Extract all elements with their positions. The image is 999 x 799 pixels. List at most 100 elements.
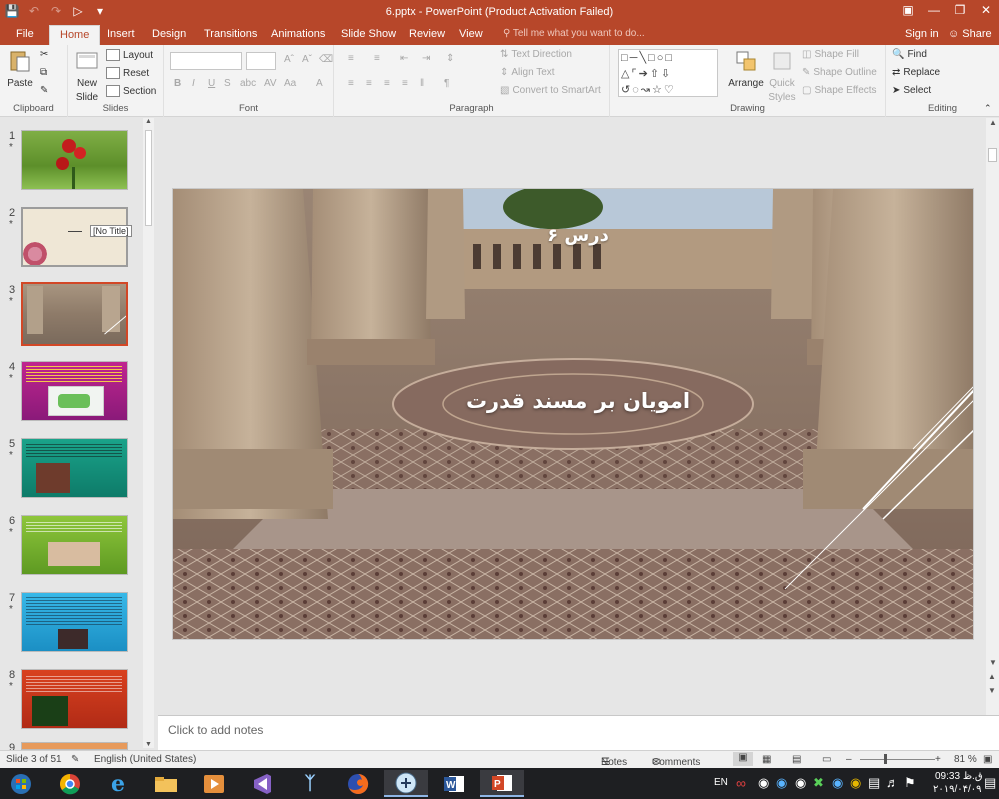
notes-placeholder[interactable]: Click to add notes <box>168 723 263 737</box>
tab-animations[interactable]: Animations <box>271 28 325 40</box>
slide-editing-area[interactable]: درس ۶ امویان بر مسند قدرت <box>158 118 984 715</box>
line-spacing-icon[interactable]: ⇕ <box>446 53 454 64</box>
shape-effects-button[interactable]: ▢ Shape Effects <box>802 85 877 96</box>
columns-icon[interactable]: ‖ <box>420 78 424 89</box>
media-player-icon[interactable] <box>192 770 236 797</box>
reading-view-icon[interactable]: ▤ <box>792 754 801 765</box>
sign-in-link[interactable]: Sign in <box>905 28 939 40</box>
notifications-icon[interactable]: ▤ <box>984 775 996 791</box>
format-painter-icon[interactable]: ✎ <box>40 85 48 96</box>
internet-explorer-icon[interactable]: e <box>96 770 140 797</box>
arrange-button[interactable]: Arrange <box>728 49 764 89</box>
tray-icon-4[interactable]: ◉ <box>795 775 806 791</box>
italic-icon[interactable]: I <box>192 78 195 89</box>
tray-icon-6[interactable]: ◉ <box>832 775 843 791</box>
network-icon[interactable]: ▤ <box>868 775 880 791</box>
increase-font-icon[interactable]: Aˆ <box>284 54 294 65</box>
rtl-icon[interactable]: ¶ <box>444 78 449 89</box>
bold-icon[interactable]: B <box>174 78 181 89</box>
flag-icon[interactable]: ⚑ <box>904 775 916 791</box>
slide-scrollbar[interactable]: ▲ ▼ ▲ ▼ <box>986 118 999 715</box>
font-name-box[interactable] <box>170 52 242 70</box>
character-spacing-icon[interactable]: AV <box>264 78 277 89</box>
chrome-icon[interactable] <box>48 770 92 797</box>
convert-smartart-button[interactable]: ▧ Convert to SmartArt <box>500 85 601 96</box>
skype-icon[interactable]: ◉ <box>776 775 787 791</box>
tray-icon-2[interactable]: ◉ <box>758 775 769 791</box>
fit-to-window-icon[interactable]: ▣ <box>983 754 992 765</box>
scroll-down-icon[interactable]: ▼ <box>989 658 997 667</box>
decrease-font-icon[interactable]: Aˇ <box>302 54 312 65</box>
restore-button[interactable]: ❐ <box>947 0 973 22</box>
tray-icon-7[interactable]: ◉ <box>850 775 861 791</box>
new-slide-button[interactable]: New Slide <box>72 49 102 103</box>
font-size-box[interactable] <box>246 52 276 70</box>
start-button[interactable] <box>0 770 42 797</box>
tab-view[interactable]: View <box>459 28 483 40</box>
bullets-icon[interactable]: ≡ <box>348 53 354 64</box>
tab-review[interactable]: Review <box>409 28 445 40</box>
center-icon[interactable]: ≡ <box>366 78 372 89</box>
close-button[interactable]: ✕ <box>973 0 999 22</box>
slide-show-icon[interactable]: ▭ <box>822 754 831 765</box>
previous-slide-icon[interactable]: ▲ <box>988 672 996 681</box>
next-slide-icon[interactable]: ▼ <box>988 686 996 695</box>
ribbon-display-options-icon[interactable]: ▣ <box>895 0 921 22</box>
font-color-icon[interactable]: A <box>316 78 323 89</box>
collapse-ribbon-icon[interactable]: ⌃ <box>984 103 992 114</box>
tab-file[interactable]: File <box>16 28 34 40</box>
zoom-level[interactable]: 81 % <box>954 754 977 765</box>
language-indicator[interactable]: English (United States) <box>94 754 196 765</box>
align-right-icon[interactable]: ≡ <box>384 78 390 89</box>
tab-insert[interactable]: Insert <box>107 28 135 40</box>
numbering-icon[interactable]: ≡ <box>374 53 380 64</box>
file-explorer-icon[interactable] <box>144 770 188 797</box>
volume-icon[interactable]: ♬ <box>886 775 899 790</box>
slide-subtitle[interactable]: درس ۶ <box>543 225 613 246</box>
tab-design[interactable]: Design <box>152 28 186 40</box>
underline-icon[interactable]: U <box>208 78 215 89</box>
align-text-button[interactable]: ⇕ Align Text <box>500 67 555 78</box>
bluetooth-icon[interactable]: ᛉ <box>288 770 332 797</box>
zoom-out-icon[interactable]: – <box>846 754 852 765</box>
word-icon[interactable]: W <box>432 770 476 797</box>
clock-date[interactable]: ۲۰۱۹/۰۴/۰۹ <box>933 784 982 795</box>
notes-pane[interactable]: Click to add notes <box>158 715 999 750</box>
tray-icon-5[interactable]: ✖ <box>813 775 824 791</box>
slide-title[interactable]: امویان بر مسند قدرت <box>463 389 693 413</box>
current-slide[interactable]: درس ۶ امویان بر مسند قدرت <box>172 188 974 640</box>
paste-button[interactable]: Paste <box>6 49 34 89</box>
scroll-up-icon[interactable]: ▲ <box>989 118 997 127</box>
cut-icon[interactable]: ✂ <box>40 49 48 60</box>
firefox-icon[interactable] <box>336 770 380 797</box>
app-icon[interactable] <box>384 770 428 797</box>
tab-home[interactable]: Home <box>49 25 101 45</box>
tab-slide-show[interactable]: Slide Show <box>341 28 396 40</box>
change-case-icon[interactable]: Aa <box>284 78 296 89</box>
scroll-thumb[interactable] <box>988 148 997 162</box>
thumbnail-scrollbar[interactable]: ▲ ▼ <box>143 118 154 748</box>
spellcheck-icon[interactable]: ✎ <box>71 754 79 765</box>
powerpoint-icon[interactable]: P <box>480 770 524 797</box>
shape-outline-button[interactable]: ✎ Shape Outline <box>802 67 877 78</box>
share-button[interactable]: ☺ Share <box>948 28 992 40</box>
align-left-icon[interactable]: ≡ <box>348 78 354 89</box>
text-direction-button[interactable]: ⇅ Text Direction <box>500 49 572 60</box>
minimize-button[interactable]: — <box>921 0 947 22</box>
clock-time[interactable]: 09:33 ق.ظ <box>935 771 983 782</box>
zoom-slider-thumb[interactable] <box>884 754 887 764</box>
layout-button[interactable]: Layout <box>106 49 153 61</box>
scroll-thumb[interactable] <box>145 130 152 226</box>
normal-view-icon[interactable]: ▣ <box>733 752 753 766</box>
justify-icon[interactable]: ≡ <box>402 78 408 89</box>
select-button[interactable]: ➤ Select <box>892 85 931 96</box>
input-language[interactable]: EN <box>714 777 728 788</box>
decrease-indent-icon[interactable]: ⇤ <box>400 53 408 64</box>
shape-fill-button[interactable]: ◫ Shape Fill <box>802 49 859 60</box>
find-button[interactable]: 🔍 Find <box>892 49 927 60</box>
increase-indent-icon[interactable]: ⇥ <box>422 53 430 64</box>
quick-styles-button[interactable]: Quick Styles <box>766 49 798 103</box>
scroll-down-icon[interactable]: ▼ <box>145 741 152 748</box>
shadow-icon[interactable]: S <box>224 78 231 89</box>
scroll-up-icon[interactable]: ▲ <box>145 118 152 125</box>
